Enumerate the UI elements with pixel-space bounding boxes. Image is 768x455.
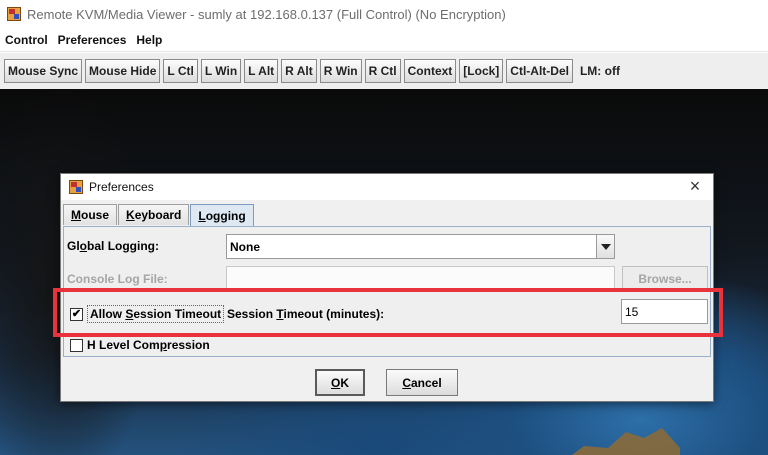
global-logging-label: Global Logging: [67,239,159,253]
desktop-wallpaper-cliff [560,428,680,455]
browse-button[interactable]: Browse... [622,266,708,291]
allow-session-timeout-label: Allow Session Timeout [87,305,225,323]
chevron-down-icon[interactable] [596,235,614,258]
menubar: Control Preferences Help [0,28,768,52]
context-button[interactable]: Context [403,59,457,83]
console-log-file-input[interactable] [226,266,615,291]
h-level-compression-checkbox[interactable]: H Level Compression [70,338,210,352]
ok-button[interactable]: OK [315,369,365,396]
tab-label: ogging [205,208,246,223]
tab-label: eyboard [134,208,182,222]
menu-preferences[interactable]: Preferences [53,33,132,47]
session-timeout-input[interactable]: 15 [621,299,708,324]
tab-logging[interactable]: Logging [190,204,254,226]
close-icon[interactable]: × [685,177,705,197]
console-log-file-label: Console Log File: [67,272,168,286]
menu-help[interactable]: Help [131,33,167,47]
ctrl-alt-del-button[interactable]: Ctl-Alt-Del [506,59,573,83]
right-win-button[interactable]: R Win [319,59,362,83]
window-titlebar: Remote KVM/Media Viewer - sumly at 192.1… [0,0,768,28]
left-ctrl-button[interactable]: L Ctl [163,59,198,83]
session-timeout-label: Session Timeout (minutes): [227,307,385,321]
menu-control[interactable]: Control [0,33,53,47]
checkbox-unchecked-icon[interactable] [70,338,83,352]
tab-label: ouse [81,208,110,222]
dialog-titlebar: Preferences × [61,174,713,200]
lm-status: LM: off [579,64,620,78]
allow-session-timeout-checkbox[interactable]: ✔ Allow Session Timeout [70,305,225,323]
tab-mnemonic: M [71,208,81,222]
tab-mouse[interactable]: Mouse [63,204,118,225]
h-level-compression-label: H Level Compression [87,338,210,352]
kvm-app-icon [69,180,83,194]
global-logging-value: None [230,239,260,254]
cancel-button[interactable]: Cancel [386,369,458,396]
window-title: Remote KVM/Media Viewer - sumly at 192.1… [27,6,506,22]
logging-panel: Global Logging: None Console Log File: B… [63,226,711,357]
lock-button[interactable]: [Lock] [459,59,504,83]
right-ctrl-button[interactable]: R Ctl [364,59,401,83]
kvm-app-icon [7,7,21,21]
tab-mnemonic: K [126,208,135,222]
left-alt-button[interactable]: L Alt [244,59,279,83]
tab-mnemonic: L [198,208,206,223]
preferences-dialog: Preferences × Mouse Keyboard Logging Glo… [60,173,714,402]
left-win-button[interactable]: L Win [200,59,242,83]
dialog-title: Preferences [89,180,154,194]
checkbox-checked-icon[interactable]: ✔ [70,307,83,321]
tab-keyboard[interactable]: Keyboard [118,204,190,225]
preferences-tabs: Mouse Keyboard Logging [63,204,255,226]
global-logging-select[interactable]: None [226,234,615,259]
right-alt-button[interactable]: R Alt [281,59,317,83]
mouse-hide-button[interactable]: Mouse Hide [85,59,161,83]
toolbar: Mouse Sync Mouse Hide L Ctl L Win L Alt … [0,53,768,89]
mouse-sync-button[interactable]: Mouse Sync [4,59,83,83]
